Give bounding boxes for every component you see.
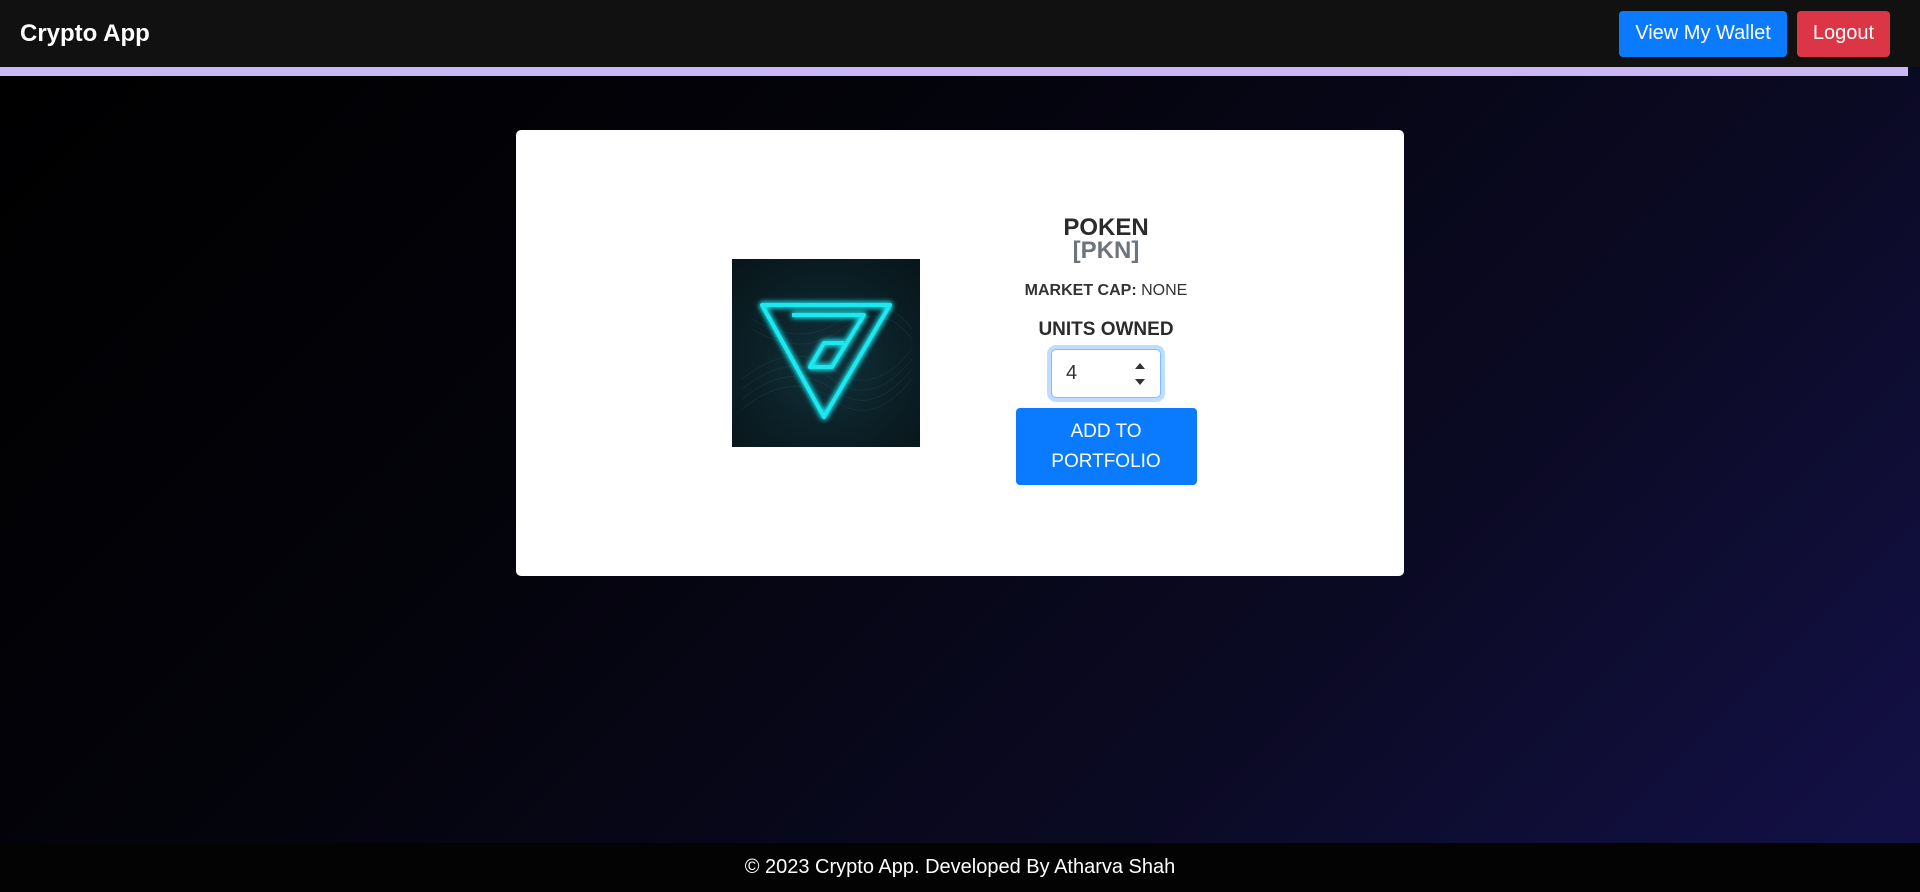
add-to-portfolio-button[interactable]: ADD TO PORTFOLIO bbox=[1015, 408, 1197, 485]
units-owned-label: UNITS OWNED bbox=[1038, 319, 1174, 340]
brand-logo-text[interactable]: Crypto App bbox=[20, 20, 150, 48]
stepper-up-icon[interactable] bbox=[1135, 363, 1145, 369]
market-cap-label: MARKET CAP: bbox=[1024, 282, 1137, 299]
coin-info: POKEN [PKN] MARKET CAP: NONE UNITS OWNED… bbox=[976, 216, 1236, 485]
stepper-down-icon[interactable] bbox=[1135, 379, 1145, 385]
poken-logo-icon bbox=[732, 259, 920, 447]
footer: © 2023 Crypto App. Developed By Atharva … bbox=[0, 843, 1920, 892]
market-cap: MARKET CAP: NONE bbox=[976, 282, 1236, 300]
view-wallet-button[interactable]: View My Wallet bbox=[1619, 10, 1787, 57]
accent-bar bbox=[0, 67, 1908, 76]
coin-symbol: [PKN] bbox=[1072, 237, 1140, 264]
units-stepper[interactable] bbox=[1133, 363, 1147, 385]
logout-button[interactable]: Logout bbox=[1796, 10, 1890, 57]
coin-card: POKEN [PKN] MARKET CAP: NONE UNITS OWNED… bbox=[516, 130, 1404, 576]
market-cap-value: NONE bbox=[1141, 282, 1188, 299]
units-input-wrap bbox=[1051, 349, 1161, 398]
nav-actions: View My Wallet Logout bbox=[1619, 10, 1890, 57]
navbar: Crypto App View My Wallet Logout bbox=[0, 0, 1920, 67]
footer-text: © 2023 Crypto App. Developed By Atharva … bbox=[744, 856, 1176, 878]
